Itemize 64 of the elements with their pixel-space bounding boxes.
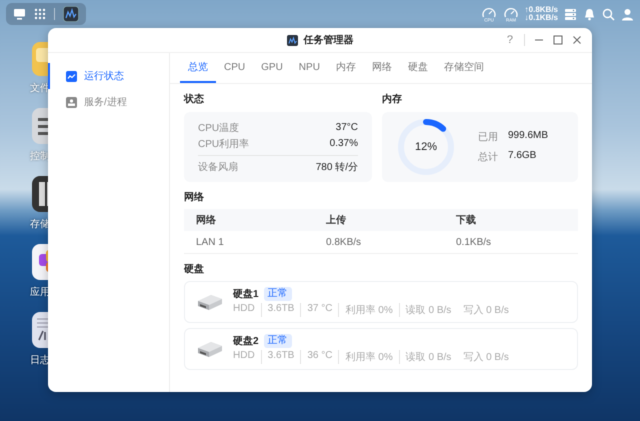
memory-percent: 12% bbox=[414, 141, 438, 153]
section-title: 内存 bbox=[382, 92, 403, 106]
stat-value: 780 转/分 bbox=[316, 160, 358, 174]
table-cell-text: 0.8KB/s bbox=[326, 236, 362, 248]
table-cell-text: 0.1KB/s bbox=[456, 236, 492, 248]
disk-detail: 3.6TB bbox=[260, 303, 300, 317]
disk-detail: 37 °C bbox=[300, 303, 338, 317]
help-button[interactable]: ? bbox=[504, 34, 515, 46]
tab[interactable]: 内存 bbox=[328, 53, 364, 83]
disk-detail: 利用率 0% bbox=[338, 303, 399, 317]
window-title: 任务管理器 bbox=[304, 34, 354, 47]
column-header: 网络 bbox=[196, 214, 217, 227]
tab[interactable]: 存储空间 bbox=[436, 53, 492, 83]
disk-detail: HDD bbox=[233, 350, 256, 363]
disk-detail: 利用率 0% bbox=[338, 350, 399, 364]
sidebar-item[interactable]: 服务/进程 bbox=[48, 89, 169, 115]
network-rate: ↑0.8KB/s bbox=[524, 6, 558, 14]
memory-value: 999.6MB bbox=[508, 130, 548, 143]
network-rate: ↓0.1KB/s bbox=[524, 14, 558, 22]
tab[interactable]: 总览 bbox=[180, 53, 216, 83]
app-icon[interactable] bbox=[30, 106, 48, 146]
disk-detail: 写入 0 B/s bbox=[462, 350, 510, 364]
disk-detail: 读取 0 B/s bbox=[398, 303, 458, 317]
stat-label: 设备风扇 bbox=[198, 160, 238, 174]
section-title: 硬盘 bbox=[184, 262, 205, 276]
chart-app-icon[interactable] bbox=[63, 6, 79, 22]
app-icon[interactable] bbox=[30, 242, 48, 282]
memory-label: 已用 bbox=[478, 131, 499, 144]
disk-detail: HDD bbox=[233, 303, 256, 316]
disk-name: 硬盘1 bbox=[233, 288, 259, 301]
section-title: 网络 bbox=[184, 190, 205, 204]
disk-detail: 36 °C bbox=[300, 350, 338, 364]
chart-app-icon bbox=[286, 34, 298, 46]
tab[interactable]: CPU bbox=[216, 53, 254, 83]
memory-label: 总计 bbox=[478, 150, 499, 164]
maximize-icon[interactable] bbox=[553, 35, 563, 45]
close-icon[interactable] bbox=[572, 35, 582, 45]
stat-label: CPU温度 bbox=[198, 122, 240, 134]
hard-drive-icon bbox=[197, 292, 223, 312]
status-tag: 正常 bbox=[264, 334, 292, 348]
disk-detail: 写入 0 B/s bbox=[462, 304, 510, 317]
stat-label: CPU利用率 bbox=[198, 138, 250, 150]
status-tag: 正常 bbox=[264, 287, 292, 301]
tab[interactable]: GPU bbox=[253, 53, 291, 83]
disk-detail: 读取 0 B/s bbox=[398, 350, 458, 364]
disk-name: 硬盘2 bbox=[233, 334, 259, 348]
tab[interactable]: NPU bbox=[290, 53, 328, 83]
app-icon[interactable] bbox=[30, 310, 48, 350]
stat-value: 0.37% bbox=[330, 138, 358, 149]
column-header: 上传 bbox=[326, 214, 347, 227]
hard-drive-icon bbox=[197, 339, 223, 359]
stat-value: 37°C bbox=[336, 122, 358, 133]
app-grid-icon[interactable] bbox=[34, 8, 46, 20]
memory-value: 7.6GB bbox=[508, 150, 536, 163]
disk-detail: 3.6TB bbox=[260, 350, 300, 364]
tab[interactable]: 网络 bbox=[364, 53, 400, 83]
sidebar-item[interactable]: 运行状态 bbox=[48, 63, 169, 89]
tab[interactable]: 硬盘 bbox=[400, 53, 436, 83]
table-cell-text: LAN 1 bbox=[196, 236, 225, 248]
monitor-icon[interactable] bbox=[13, 8, 26, 20]
app-icon[interactable] bbox=[30, 174, 48, 214]
chart-icon bbox=[66, 70, 77, 82]
section-title: 状态 bbox=[184, 92, 205, 106]
column-header: 下载 bbox=[456, 214, 477, 227]
